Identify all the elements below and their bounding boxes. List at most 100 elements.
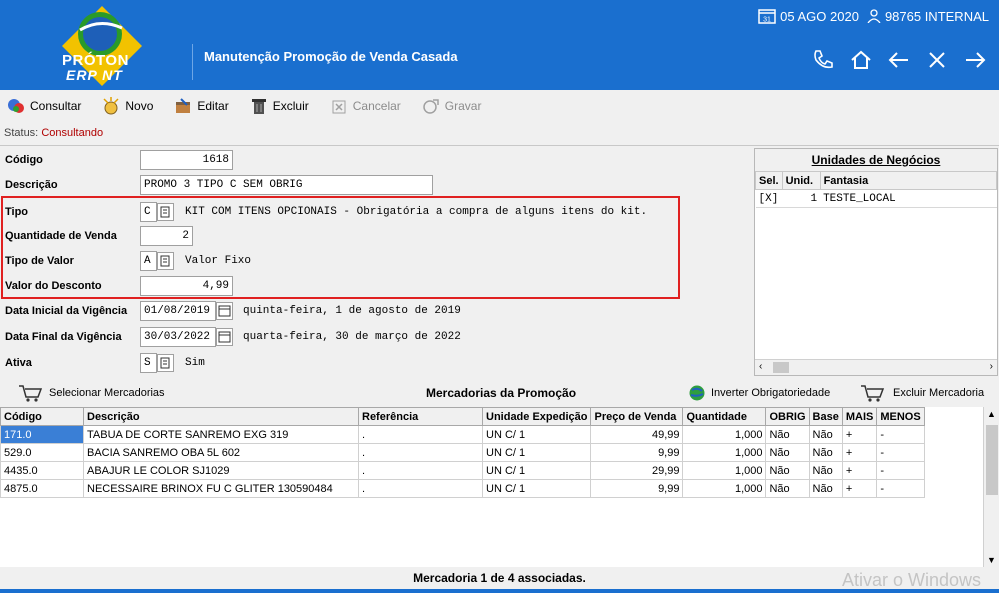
cell-mais[interactable]: + xyxy=(841,461,878,480)
app-header: PRÓTON ERP NT Manutenção Promoção de Ven… xyxy=(0,0,999,90)
codigo-field[interactable]: 1618 xyxy=(140,150,233,170)
cell-mais[interactable]: + xyxy=(841,425,878,444)
data-final-field[interactable]: 30/03/2022 xyxy=(140,327,216,347)
table-row[interactable]: 171.0 TABUA DE CORTE SANREMO EXG 319 . U… xyxy=(0,425,925,444)
unidades-horizontal-scrollbar[interactable]: ‹ › xyxy=(755,359,997,375)
editar-button[interactable]: Editar xyxy=(173,96,229,116)
tipo-valor-lookup-icon[interactable] xyxy=(157,252,174,270)
cell-menos[interactable]: - xyxy=(876,479,925,498)
unidades-row[interactable]: [X] 1 TESTE_LOCAL xyxy=(755,189,997,208)
col-descricao[interactable]: Descrição xyxy=(83,407,359,426)
cell-obrig[interactable]: Não xyxy=(765,443,810,462)
cell-descricao[interactable]: ABAJUR LE COLOR SJ1029 xyxy=(83,461,359,480)
cell-referencia[interactable]: . xyxy=(358,479,483,498)
col-codigo[interactable]: Código xyxy=(0,407,84,426)
cell-unidade[interactable]: UN C/ 1 xyxy=(481,479,592,498)
home-icon[interactable] xyxy=(849,48,873,72)
cell-quantidade[interactable]: 1,000 xyxy=(682,425,767,444)
close-icon[interactable] xyxy=(925,48,949,72)
cell-preco[interactable]: 29,99 xyxy=(590,461,684,480)
cell-descricao[interactable]: BACIA SANREMO OBA 5L 602 xyxy=(83,443,359,462)
table-row[interactable]: 4875.0 NECESSAIRE BRINOX FU C GLITER 130… xyxy=(0,479,925,498)
cell-base[interactable]: Não xyxy=(808,461,843,480)
cancelar-button[interactable]: Cancelar xyxy=(329,96,401,116)
cell-menos[interactable]: - xyxy=(876,443,925,462)
cell-obrig[interactable]: Não xyxy=(765,479,810,498)
mercadorias-grid: Código Descrição Referência Unidade Expe… xyxy=(0,407,983,567)
cell-preco[interactable]: 49,99 xyxy=(590,425,684,444)
consultar-button[interactable]: Consultar xyxy=(6,96,81,116)
data-inicial-calendar-icon[interactable] xyxy=(216,302,233,320)
col-preco-venda[interactable]: Preço de Venda xyxy=(590,407,684,426)
col-obrig[interactable]: OBRIG xyxy=(765,407,810,426)
col-mais[interactable]: MAIS xyxy=(841,407,878,426)
unidades-cell-sel[interactable]: [X] xyxy=(755,189,783,208)
tipo-field[interactable]: C xyxy=(140,202,157,222)
unidades-header-fantasia[interactable]: Fantasia xyxy=(819,171,998,190)
table-row[interactable]: 4435.0 ABAJUR LE COLOR SJ1029 . UN C/ 1 … xyxy=(0,461,925,480)
cell-base[interactable]: Não xyxy=(808,443,843,462)
scroll-up-icon[interactable]: ▲ xyxy=(987,409,996,419)
novo-button[interactable]: Novo xyxy=(101,96,153,116)
cell-codigo[interactable]: 171.0 xyxy=(0,425,84,444)
ativa-field[interactable]: S xyxy=(140,353,157,373)
forward-arrow-icon[interactable] xyxy=(963,48,987,72)
descricao-field[interactable]: PROMO 3 TIPO C SEM OBRIG xyxy=(140,175,433,195)
col-base[interactable]: Base xyxy=(808,407,843,426)
cell-quantidade[interactable]: 1,000 xyxy=(682,461,767,480)
phone-icon[interactable] xyxy=(811,48,835,72)
data-inicial-field[interactable]: 01/08/2019 xyxy=(140,301,216,321)
excluir-button[interactable]: Excluir xyxy=(249,96,309,116)
consultar-label: Consultar xyxy=(30,99,82,113)
gravar-button[interactable]: Gravar xyxy=(421,96,481,116)
scroll-thumb[interactable] xyxy=(773,362,789,373)
cell-quantidade[interactable]: 1,000 xyxy=(682,443,767,462)
cell-menos[interactable]: - xyxy=(876,461,925,480)
unidades-header-sel[interactable]: Sel. xyxy=(755,171,783,190)
cell-base[interactable]: Não xyxy=(808,425,843,444)
ativa-lookup-icon[interactable] xyxy=(157,354,174,372)
cell-preco[interactable]: 9,99 xyxy=(590,443,684,462)
data-final-calendar-icon[interactable] xyxy=(216,328,233,346)
cell-obrig[interactable]: Não xyxy=(765,461,810,480)
scroll-right-icon[interactable]: › xyxy=(990,361,993,372)
cell-mais[interactable]: + xyxy=(841,443,878,462)
cell-mais[interactable]: + xyxy=(841,479,878,498)
excluir-mercadoria-button[interactable]: Excluir Mercadoria xyxy=(860,383,984,403)
cell-base[interactable]: Não xyxy=(808,479,843,498)
cell-menos[interactable]: - xyxy=(876,425,925,444)
scroll-down-icon[interactable]: ▼ xyxy=(987,555,996,565)
cell-quantidade[interactable]: 1,000 xyxy=(682,479,767,498)
cell-referencia[interactable]: . xyxy=(358,425,483,444)
cell-codigo[interactable]: 4875.0 xyxy=(0,479,84,498)
selecionar-mercadorias-button[interactable]: Selecionar Mercadorias xyxy=(18,383,165,403)
scroll-left-icon[interactable]: ‹ xyxy=(759,361,762,372)
cell-obrig[interactable]: Não xyxy=(765,425,810,444)
tipo-lookup-icon[interactable] xyxy=(157,203,174,221)
quantidade-field[interactable]: 2 xyxy=(140,226,193,246)
back-arrow-icon[interactable] xyxy=(887,48,911,72)
cell-unidade[interactable]: UN C/ 1 xyxy=(481,425,592,444)
cell-referencia[interactable]: . xyxy=(358,461,483,480)
cell-referencia[interactable]: . xyxy=(358,443,483,462)
cell-codigo[interactable]: 529.0 xyxy=(0,443,84,462)
col-menos[interactable]: MENOS xyxy=(876,407,925,426)
unidades-title: Unidades de Negócios xyxy=(755,149,997,171)
cell-preco[interactable]: 9,99 xyxy=(590,479,684,498)
cell-codigo[interactable]: 4435.0 xyxy=(0,461,84,480)
unidades-header-unid[interactable]: Unid. xyxy=(781,171,821,190)
tipo-valor-field[interactable]: A xyxy=(140,251,157,271)
grid-vertical-scrollbar[interactable]: ▲ ▼ xyxy=(983,407,999,567)
inverter-obrigatoriedade-button[interactable]: Inverter Obrigatoriedade xyxy=(688,384,830,402)
cell-unidade[interactable]: UN C/ 1 xyxy=(481,443,592,462)
table-row[interactable]: 529.0 BACIA SANREMO OBA 5L 602 . UN C/ 1… xyxy=(0,443,925,462)
col-quantidade[interactable]: Quantidade xyxy=(682,407,767,426)
cell-descricao[interactable]: NECESSAIRE BRINOX FU C GLITER 130590484 xyxy=(83,479,359,498)
col-referencia[interactable]: Referência xyxy=(358,407,483,426)
header-date: 05 AGO 2020 xyxy=(780,8,859,24)
col-unidade-expedicao[interactable]: Unidade Expedição xyxy=(481,407,592,426)
scroll-thumb[interactable] xyxy=(986,425,998,495)
cell-descricao[interactable]: TABUA DE CORTE SANREMO EXG 319 xyxy=(83,425,359,444)
valor-desconto-field[interactable]: 4,99 xyxy=(140,276,233,296)
cell-unidade[interactable]: UN C/ 1 xyxy=(481,461,592,480)
